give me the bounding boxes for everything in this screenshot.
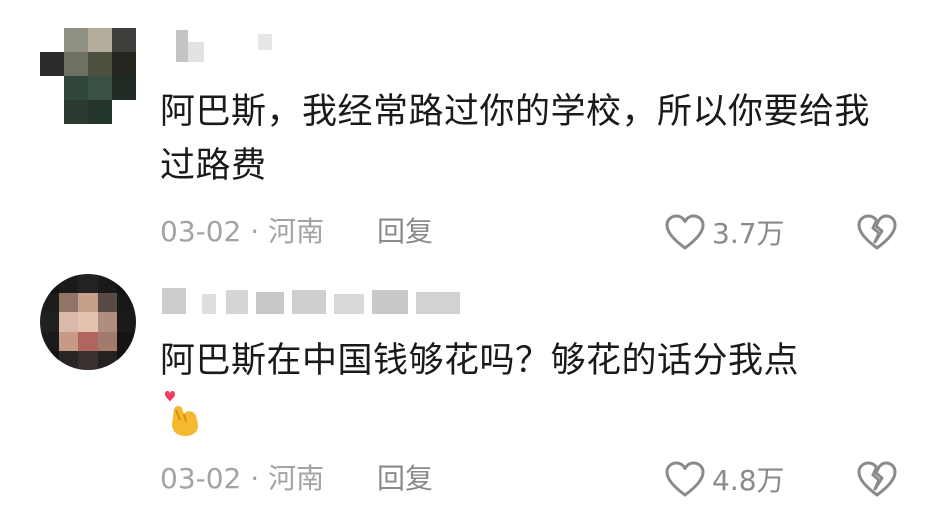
reply-button[interactable]: 回复 <box>377 215 433 248</box>
dislike-button[interactable] <box>855 212 899 252</box>
broken-heart-icon <box>857 461 897 497</box>
like-button[interactable]: 3.7万 <box>664 212 785 252</box>
comment-text: 阿巴斯，我经常路过你的学校，所以你要给我过路费 <box>160 92 871 186</box>
comment-date: 03-02 <box>160 462 242 495</box>
comment-meta: 03-02 · 河南 回复 <box>160 212 433 252</box>
comment-date: 03-02 <box>160 215 242 248</box>
comment-location: 河南 <box>268 215 325 248</box>
comment-text: 阿巴斯在中国钱够花吗？够花的话分我点 <box>160 341 800 381</box>
heart-outline-icon <box>665 461 705 497</box>
like-count: 3.7万 <box>712 217 785 250</box>
broken-heart-icon <box>857 214 897 250</box>
dislike-button[interactable] <box>855 459 899 499</box>
meta-separator: · <box>250 462 260 495</box>
username-masked[interactable] <box>162 30 282 62</box>
finger-heart-emoji <box>164 390 204 436</box>
reply-button[interactable]: 回复 <box>377 462 433 495</box>
username-masked[interactable] <box>162 286 472 316</box>
comment-location: 河南 <box>268 462 325 495</box>
like-count: 4.8万 <box>712 464 785 497</box>
comment-item: 阿巴斯，我经常路过你的学校，所以你要给我过路费 03-02 · 河南 回复 3.… <box>0 0 948 260</box>
like-button[interactable]: 4.8万 <box>664 459 785 499</box>
comment-meta: 03-02 · 河南 回复 <box>160 459 433 499</box>
comment-item: 阿巴斯在中国钱够花吗？够花的话分我点 03-02 · 河南 回复 4.8万 <box>0 260 948 507</box>
avatar[interactable] <box>40 274 136 370</box>
meta-separator: · <box>250 215 260 248</box>
avatar[interactable] <box>40 28 136 124</box>
heart-outline-icon <box>665 214 705 250</box>
